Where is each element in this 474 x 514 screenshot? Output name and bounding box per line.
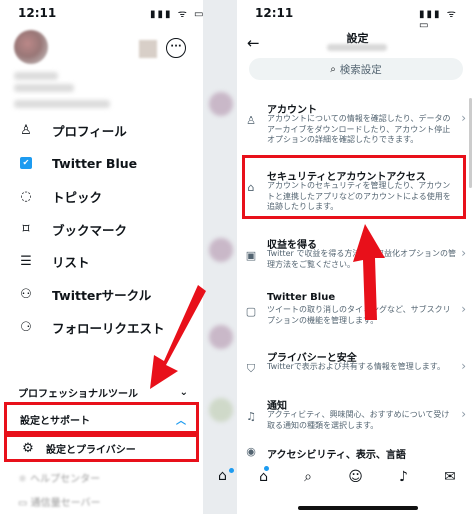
status-icons: ▮▮▮ ᯤ ▭: [150, 9, 206, 20]
menu-item-twitter-blue[interactable]: ✔ Twitter Blue: [18, 150, 137, 176]
section-label: 設定とサポート: [20, 416, 90, 427]
menu-item-follow-requests[interactable]: ⚆ フォローリクエスト: [18, 314, 164, 340]
search-input[interactable]: ⌕ 検索設定: [249, 58, 463, 80]
bell-icon: ♫: [246, 410, 256, 423]
notification-dot: [264, 466, 269, 471]
settings-item-title: アクセシビリティ、表示、言語: [267, 450, 406, 460]
bottom-tab-bar: ⌂ ⌕ ☺ ♪ ✉: [241, 460, 474, 494]
settings-privacy-item[interactable]: ⚙ 設定とプライバシー: [20, 435, 136, 461]
settings-item-description: アクティビティ、興味関心、おすすめについて受け取る通知の種類を選択します。: [267, 410, 450, 430]
menu-item-label: リスト: [52, 254, 90, 270]
gear-icon: ⚙: [22, 440, 34, 456]
settings-item-title: Twitter Blue: [267, 292, 336, 303]
menu-item-twitter-circle[interactable]: ⚇ Twitterサークル: [18, 281, 151, 307]
chevron-up-icon: ︿: [176, 416, 186, 427]
red-arrow-pointer: [353, 224, 385, 320]
menu-item-label: 設定とプライバシー: [46, 444, 136, 456]
blurred-avatar: [209, 92, 233, 116]
bookmark-icon: ⌑: [22, 221, 30, 237]
menu-item-label: Twitter Blue: [52, 155, 138, 171]
chevron-right-icon: ›: [461, 111, 466, 125]
settings-item-description: アカウントについての情報を確認したり、データのアーカイブをダウンロードしたり、ア…: [267, 114, 451, 144]
scrollbar[interactable]: [469, 98, 472, 188]
topic-icon: ◌: [20, 188, 32, 204]
chevron-right-icon: ›: [461, 407, 466, 421]
settings-item-description: アカウントのセキュリティを管理したり、アカウントと連携したアプリなどのアカウント…: [267, 181, 451, 211]
account-switch-avatar[interactable]: [139, 40, 157, 58]
settings-item-description: Twitterで表示および共有する情報を管理します。: [267, 362, 446, 371]
twitter-blue-icon: ▢: [245, 305, 257, 318]
messages-tab-icon[interactable]: ✉: [444, 469, 456, 485]
more-options-button[interactable]: ···: [166, 38, 186, 58]
twitter-blue-icon: ✔: [18, 155, 34, 171]
settings-panel: 12:11 ▮▮▮ ᯤ ▭ ← 設定 ⌕ 検索設定 ♙ アカウント アカウントに…: [241, 0, 474, 514]
menu-item-label: Twitterサークル: [52, 287, 152, 303]
red-arrow-pointer: [150, 285, 206, 389]
explore-tab-icon[interactable]: ⌕: [304, 469, 312, 485]
redacted-display-name: [14, 72, 58, 80]
help-center-item[interactable]: ☼ ヘルプセンター: [18, 470, 100, 485]
chevron-right-icon: ›: [461, 359, 466, 373]
settings-item-notifications[interactable]: ♫ 通知 アクティビティ、興味関心、おすすめについて受け取る通知の種類を選択しま…: [241, 397, 474, 437]
status-icons: ▮▮▮ ᯤ ▭: [419, 9, 458, 31]
notifications-tab-icon[interactable]: ♪: [399, 469, 408, 485]
section-label: プロフェッショナルツール: [18, 389, 138, 400]
status-time: 12:11: [255, 6, 294, 20]
blurred-avatar: [209, 398, 233, 422]
person-icon: ♙: [246, 114, 256, 127]
settings-item-security[interactable]: ⌂ セキュリティとアカウントアクセス アカウントのセキュリティを管理したり、アカ…: [241, 168, 474, 216]
menu-item-label: ブックマーク: [52, 222, 128, 238]
search-placeholder: 検索設定: [339, 63, 382, 76]
redacted-follow-counts: [14, 100, 110, 108]
shield-icon: ⛉: [246, 362, 256, 375]
notification-dot: [229, 468, 234, 473]
menu-item-lists[interactable]: ☰ リスト: [18, 248, 90, 274]
chevron-right-icon: ›: [461, 302, 466, 316]
menu-item-topics[interactable]: ◌ トピック: [18, 183, 102, 209]
avatar[interactable]: [14, 30, 48, 64]
home-indicator: [297, 506, 418, 510]
blurred-avatar: [209, 238, 233, 262]
redacted-handle: [14, 84, 74, 92]
circle-icon: ⚇: [20, 286, 32, 302]
menu-item-profile[interactable]: ♙ プロフィール: [18, 117, 127, 143]
settings-item-account[interactable]: ♙ アカウント アカウントについての情報を確認したり、データのアーカイブをダウン…: [241, 101, 474, 149]
follow-request-icon: ⚆: [20, 319, 32, 335]
redacted-handle: [327, 44, 387, 51]
data-saver-item[interactable]: ▭ 通信量セーバー: [18, 494, 101, 509]
chevron-right-icon: ›: [461, 246, 466, 260]
lock-icon: ⌂: [247, 181, 255, 194]
status-time: 12:11: [18, 6, 57, 20]
menu-item-bookmarks[interactable]: ⌑ ブックマーク: [18, 216, 127, 242]
background-timeline-peek: [203, 0, 237, 514]
person-icon: ♙: [20, 122, 32, 138]
menu-item-label: トピック: [52, 189, 103, 205]
settings-item-privacy-safety[interactable]: ⛉ プライバシーと安全 Twitterで表示および共有する情報を管理します。 ›: [241, 349, 474, 389]
home-icon[interactable]: ⌂: [218, 468, 227, 484]
side-menu-panel: 12:11 ▮▮▮ ᯤ ▭ ··· ♙ プロフィール ✔ Twitter Blu…: [0, 0, 237, 514]
spaces-tab-icon[interactable]: ☺: [348, 469, 363, 485]
list-icon: ☰: [20, 253, 32, 269]
settings-support-section[interactable]: 設定とサポート ︿: [20, 412, 186, 427]
search-icon: ⌕: [330, 63, 336, 75]
menu-item-label: プロフィール: [52, 123, 127, 139]
blurred-avatar: [209, 325, 233, 349]
money-icon: ▣: [245, 249, 257, 262]
accessibility-icon: ◉: [246, 446, 256, 458]
settings-item-accessibility[interactable]: ◉ アクセシビリティ、表示、言語: [241, 446, 474, 460]
home-tab-icon[interactable]: ⌂: [259, 469, 268, 485]
